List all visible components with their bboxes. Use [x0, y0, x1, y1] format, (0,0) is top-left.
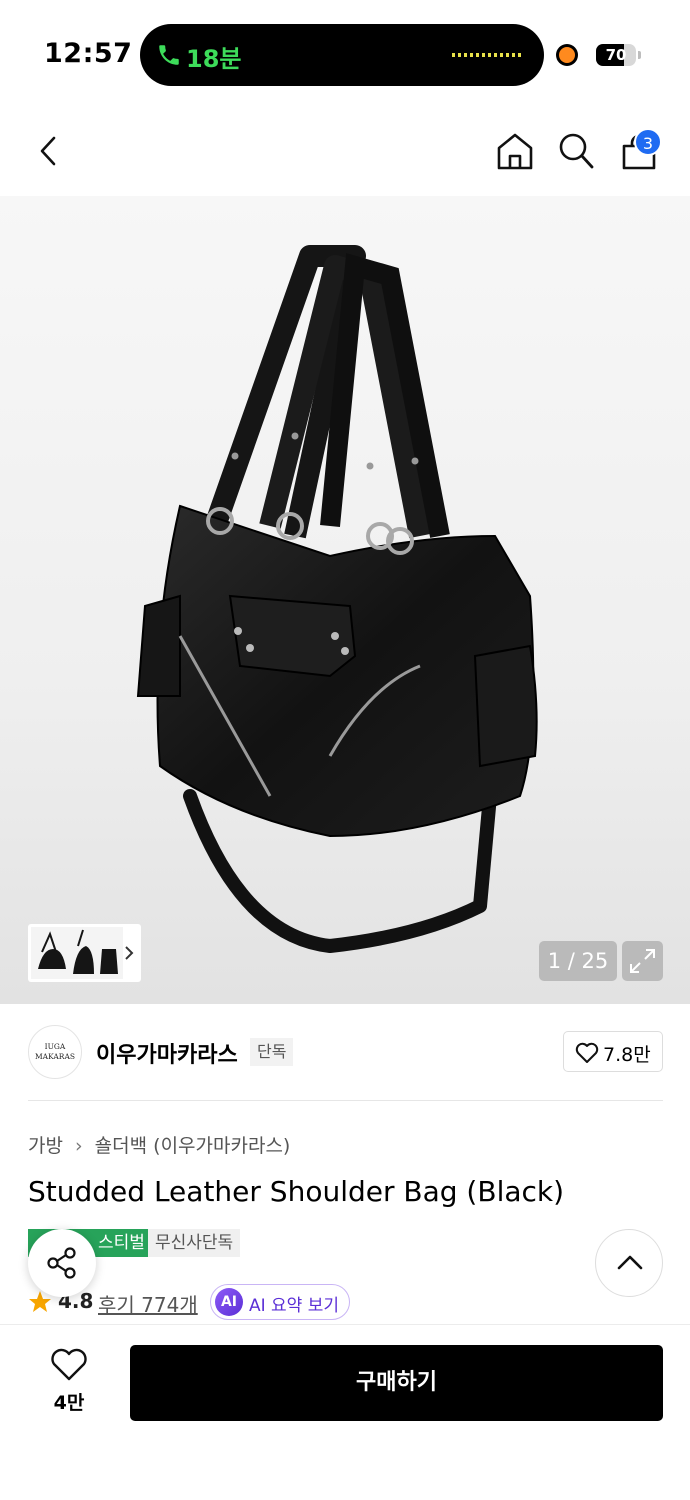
- exclusive-badge: 무신사단독: [148, 1229, 241, 1257]
- scroll-top-button[interactable]: [595, 1229, 663, 1297]
- back-icon[interactable]: [34, 132, 64, 170]
- brand-logo[interactable]: IUGA MAKARAS: [28, 1025, 82, 1079]
- breadcrumb-category[interactable]: 가방: [28, 1135, 63, 1157]
- brand-like-count: 7.8만: [603, 1044, 651, 1066]
- product-image[interactable]: [120, 236, 560, 956]
- status-time: 12:57: [44, 38, 133, 69]
- battery-tip: [638, 51, 641, 59]
- battery-level: 70: [605, 46, 627, 64]
- brand-logo-line1: IUGA: [44, 1042, 66, 1051]
- cart-count-badge: 3: [634, 128, 662, 156]
- brand-name[interactable]: 이우가마카라스: [96, 1037, 238, 1069]
- thumbnail-strip[interactable]: [28, 924, 141, 982]
- product-gallery[interactable]: 1 / 25: [0, 196, 690, 1004]
- home-icon[interactable]: [494, 130, 536, 172]
- dynamic-island[interactable]: 18분: [140, 24, 544, 86]
- chevron-right-icon: ›: [75, 1135, 83, 1157]
- breadcrumb-subcategory[interactable]: 숄더백 (이우가마카라스): [95, 1135, 291, 1157]
- audio-wave-icon: [452, 53, 522, 57]
- brand-like-button[interactable]: 7.8만: [563, 1031, 663, 1072]
- share-button[interactable]: [28, 1229, 96, 1297]
- image-counter: 1 / 25: [539, 941, 617, 981]
- chevron-up-icon: [617, 1255, 643, 1270]
- ai-icon: AI: [215, 1288, 243, 1316]
- divider: [28, 1100, 663, 1101]
- product-title: Studded Leather Shoulder Bag (Black): [28, 1175, 565, 1208]
- call-duration: 18분: [186, 45, 242, 73]
- share-icon: [47, 1247, 76, 1279]
- heart-icon: [575, 1042, 599, 1063]
- brand-exclusive-tag: 단독: [250, 1038, 294, 1066]
- ai-summary-button[interactable]: AI AI 요약 보기: [210, 1284, 350, 1320]
- brand-logo-line2: MAKARAS: [34, 1052, 75, 1061]
- camera-indicator-icon: [559, 47, 575, 63]
- wishlist-count: 4만: [53, 1392, 85, 1414]
- breadcrumb: 가방 › 숄더백 (이우가마카라스): [28, 1131, 290, 1158]
- search-icon[interactable]: [556, 130, 596, 172]
- expand-button[interactable]: [622, 941, 663, 981]
- battery-icon: 70: [596, 44, 636, 66]
- wishlist-heart-icon[interactable]: [50, 1348, 88, 1382]
- status-bar: 12:57 18분 70: [0, 0, 690, 110]
- ai-summary-label: AI 요약 보기: [249, 1296, 340, 1316]
- buy-button[interactable]: 구매하기: [130, 1345, 663, 1421]
- thumbnail-image[interactable]: [28, 924, 141, 982]
- review-count-link[interactable]: 후기 774개: [98, 1289, 198, 1318]
- expand-icon: [630, 949, 655, 973]
- phone-icon: [159, 45, 179, 65]
